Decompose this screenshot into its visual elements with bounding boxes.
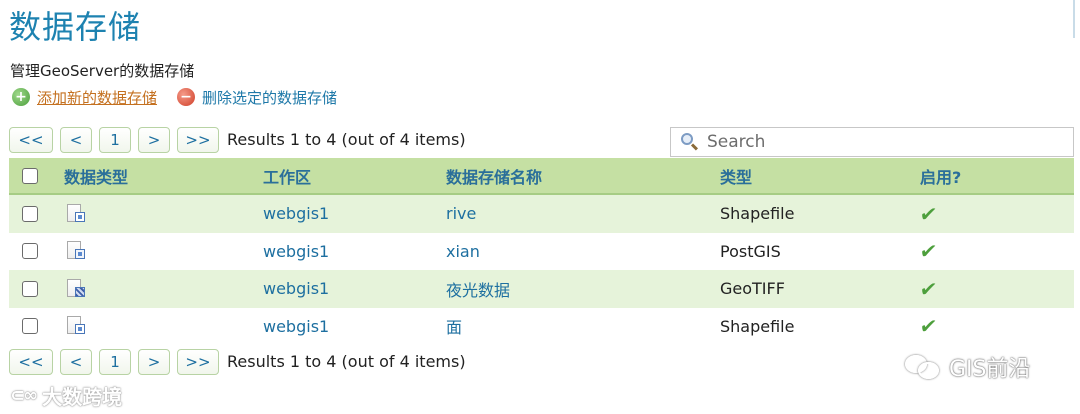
enabled-check-icon: ✔ (918, 276, 939, 301)
pager-bottom: << < 1 > >> Results 1 to 4 (out of 4 ite… (9, 348, 466, 375)
watermark-right: GIS前沿 (905, 351, 1031, 383)
table-header: 数据类型 工作区 数据存储名称 类型 启用? (9, 158, 1074, 195)
page-title: 数据存储 (9, 8, 142, 46)
page-subtitle: 管理GeoServer的数据存储 (10, 62, 195, 80)
row-checkbox[interactable] (22, 280, 38, 297)
datastore-name-link[interactable]: 夜光数据 (446, 270, 510, 308)
table-row: webgis1 夜光数据 GeoTIFF ✔ (9, 270, 1074, 308)
raster-store-icon (66, 278, 86, 300)
table-row: webgis1 xian PostGIS ✔ (9, 232, 1074, 271)
column-header-workspace[interactable]: 工作区 (263, 158, 311, 193)
datastore-name-link[interactable]: 面 (446, 308, 462, 346)
search-icon (679, 132, 699, 152)
table-row: webgis1 rive Shapefile ✔ (9, 195, 1074, 233)
add-datastore-label[interactable]: 添加新的数据存储 (37, 87, 157, 108)
datastore-table: 数据类型 工作区 数据存储名称 类型 启用? webgis1 rive Shap… (9, 158, 1074, 345)
datastore-type: Shapefile (720, 204, 795, 224)
workspace-link[interactable]: webgis1 (263, 195, 329, 233)
select-all-checkbox[interactable] (22, 167, 38, 184)
table-row: webgis1 面 Shapefile ✔ (9, 307, 1074, 346)
plus-circle-icon: + (12, 88, 30, 106)
next-page-button[interactable]: > (138, 348, 170, 375)
workspace-link[interactable]: webgis1 (263, 270, 329, 308)
pager-top: << < 1 > >> Results 1 to 4 (out of 4 ite… (9, 126, 466, 153)
watermark-left-text: 大数跨境 (42, 385, 123, 409)
datastore-type: PostGIS (720, 241, 781, 261)
page-edge-divider (1073, 0, 1075, 38)
watermark-left: ⊂∞ 大数跨境 (10, 381, 122, 410)
datastore-type: GeoTIFF (720, 279, 785, 299)
prev-page-button[interactable]: < (60, 126, 92, 153)
row-checkbox[interactable] (22, 205, 38, 222)
column-header-enabled[interactable]: 启用? (920, 158, 961, 193)
last-page-button[interactable]: >> (177, 348, 219, 375)
first-page-button[interactable]: << (9, 348, 53, 375)
workspace-link[interactable]: webgis1 (263, 233, 329, 271)
vector-store-icon (66, 315, 86, 337)
page-1-button[interactable]: 1 (99, 348, 131, 375)
remove-datastore-link[interactable]: − 删除选定的数据存储 (177, 87, 337, 108)
enabled-check-icon: ✔ (918, 201, 939, 226)
watermark-logo-icon: ⊂∞ (10, 385, 38, 406)
last-page-button[interactable]: >> (177, 126, 219, 153)
search-input[interactable] (707, 132, 1067, 152)
wechat-icon (905, 353, 941, 381)
column-header-data-type[interactable]: 数据类型 (64, 158, 128, 193)
first-page-button[interactable]: << (9, 126, 53, 153)
database-store-icon (66, 240, 86, 262)
results-summary: Results 1 to 4 (out of 4 items) (227, 130, 466, 149)
search-box[interactable] (670, 127, 1074, 157)
column-header-type[interactable]: 类型 (720, 158, 752, 193)
enabled-check-icon: ✔ (918, 239, 939, 264)
vector-store-icon (66, 203, 86, 225)
row-checkbox[interactable] (22, 318, 38, 335)
remove-datastore-label[interactable]: 删除选定的数据存储 (202, 87, 337, 108)
minus-circle-icon: − (177, 88, 196, 106)
datastore-name-link[interactable]: xian (446, 233, 480, 271)
add-datastore-link[interactable]: + 添加新的数据存储 (12, 87, 157, 108)
column-header-name[interactable]: 数据存储名称 (446, 158, 542, 193)
prev-page-button[interactable]: < (60, 348, 92, 375)
workspace-link[interactable]: webgis1 (263, 308, 329, 346)
row-checkbox[interactable] (22, 243, 38, 260)
results-summary: Results 1 to 4 (out of 4 items) (227, 352, 466, 371)
datastore-type: Shapefile (720, 316, 795, 336)
watermark-right-text: GIS前沿 (949, 357, 1031, 382)
next-page-button[interactable]: > (138, 126, 170, 153)
enabled-check-icon: ✔ (918, 314, 939, 339)
page-1-button[interactable]: 1 (99, 126, 131, 153)
datastore-name-link[interactable]: rive (446, 195, 476, 233)
actions-bar: + 添加新的数据存储 − 删除选定的数据存储 (12, 86, 357, 108)
